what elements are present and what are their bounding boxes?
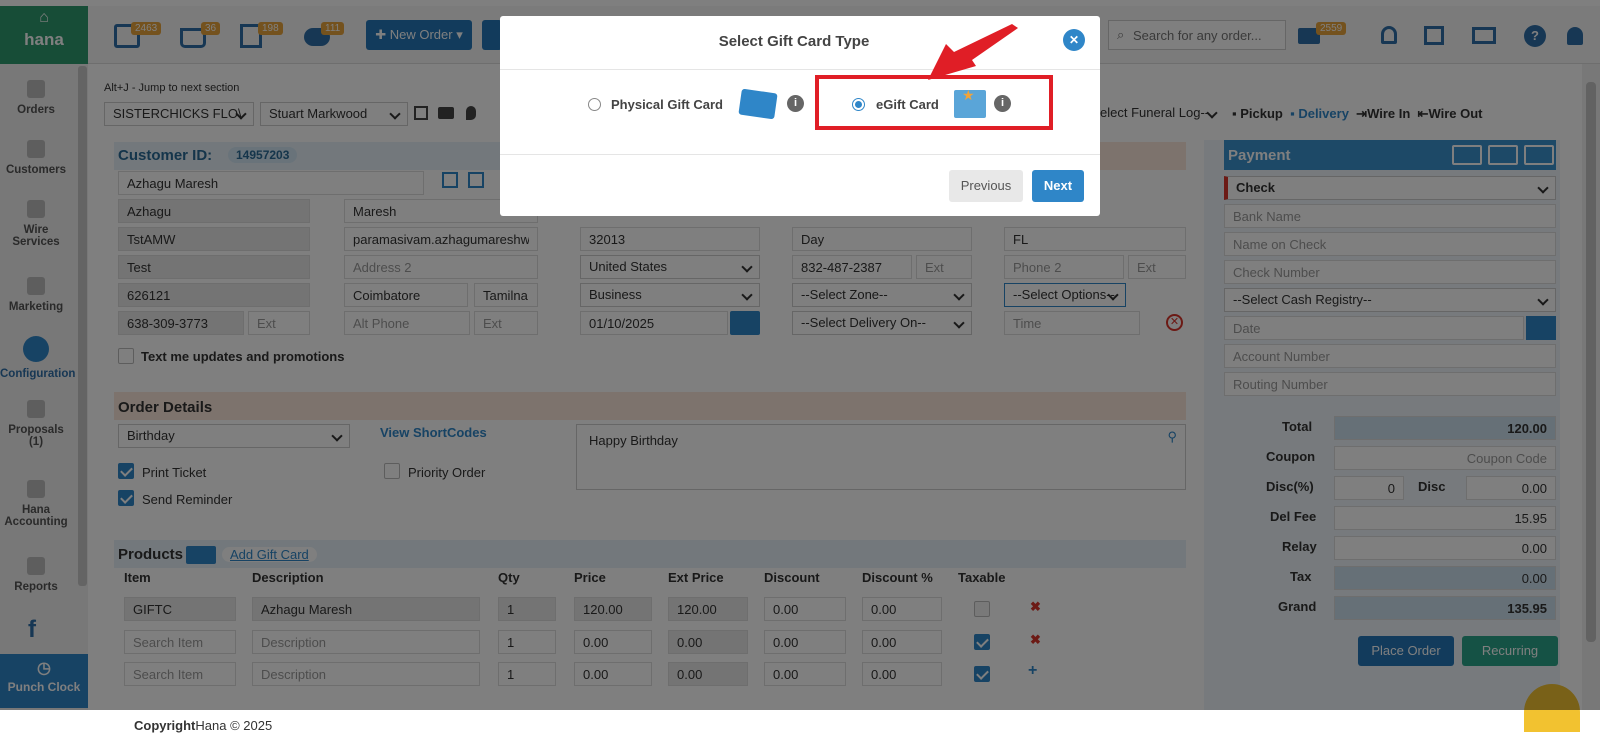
modal-divider: [500, 154, 1100, 155]
copyright: CopyrightHana © 2025: [134, 718, 273, 733]
egift-card-radio[interactable]: [852, 98, 865, 111]
physical-gift-card-radio[interactable]: [588, 98, 601, 111]
annotation-arrow-icon: [928, 24, 1018, 80]
physical-gift-card-icon: [738, 88, 778, 120]
info-icon[interactable]: i: [994, 95, 1011, 112]
egift-card-label[interactable]: eGift Card: [876, 97, 939, 112]
radio-dot: [855, 101, 862, 108]
star-icon: ★: [962, 87, 975, 103]
close-icon[interactable]: ✕: [1063, 29, 1085, 51]
info-icon[interactable]: i: [787, 95, 804, 112]
physical-gift-card-label[interactable]: Physical Gift Card: [611, 97, 723, 112]
next-button[interactable]: Next: [1032, 170, 1084, 202]
previous-button[interactable]: Previous: [949, 170, 1023, 202]
